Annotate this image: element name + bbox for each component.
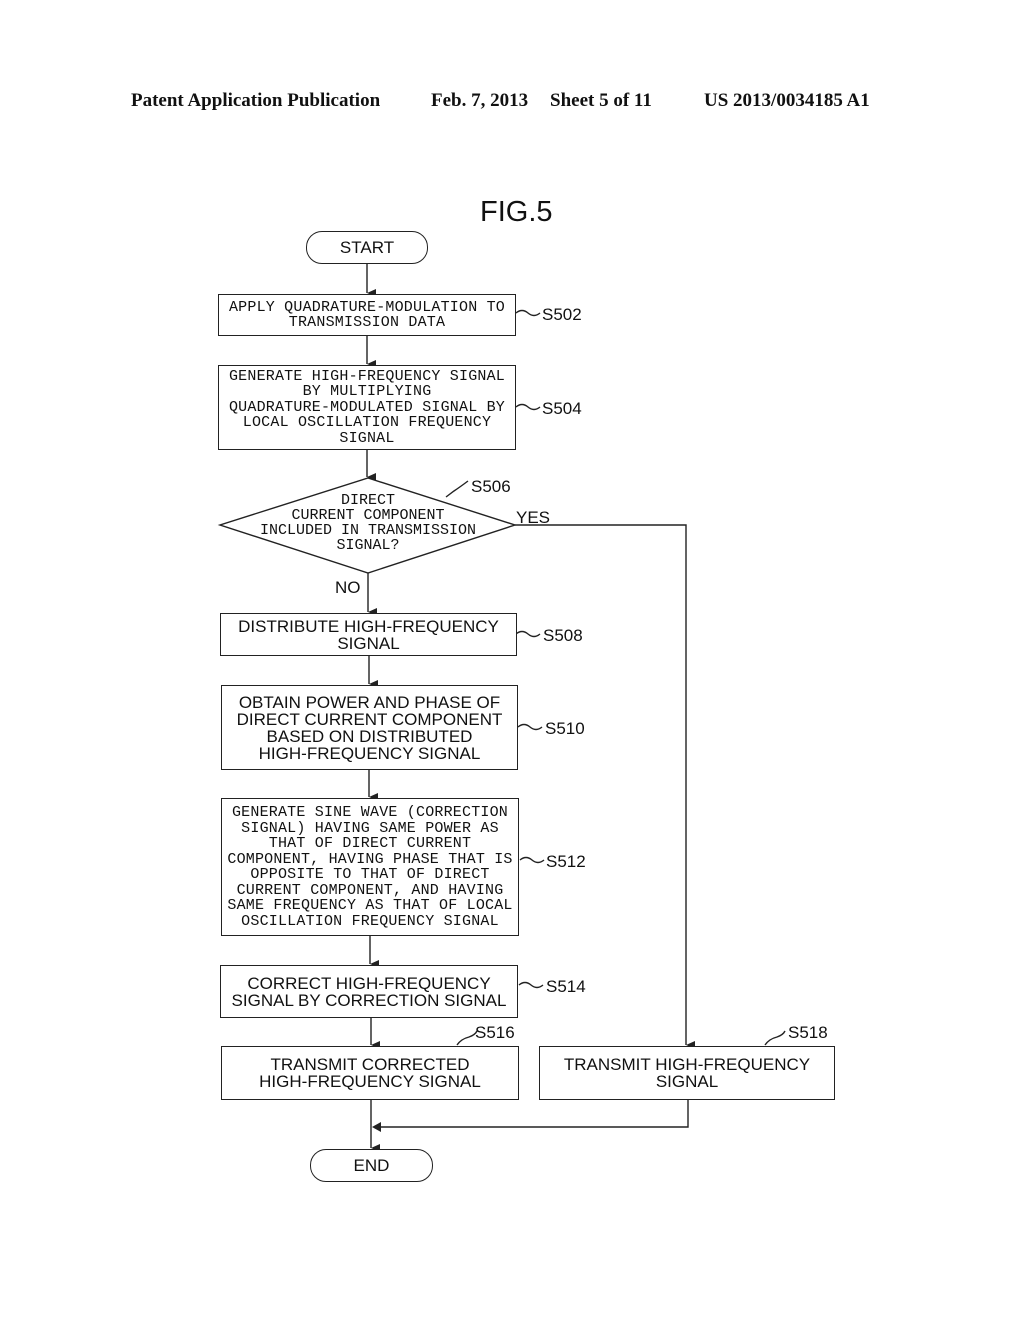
step-s504-line: GENERATE HIGH-FREQUENCY SIGNAL [228, 367, 506, 385]
step-s514-line: SIGNAL BY CORRECTION SIGNAL [231, 990, 507, 1010]
decision-no-label: NO [335, 578, 361, 597]
step-s510-line: BASED ON DISTRIBUTED [266, 726, 473, 746]
step-s512-line: COMPONENT, HAVING PHASE THAT IS [227, 850, 513, 868]
step-s514-box: CORRECT HIGH-FREQUENCY SIGNAL BY CORRECT… [220, 965, 518, 1018]
step-s512-line: SIGNAL) HAVING SAME POWER AS [241, 819, 499, 837]
arrow-s518-merge [374, 1100, 689, 1128]
step-s518-box: TRANSMIT HIGH-FREQUENCY SIGNAL [539, 1046, 835, 1100]
step-s508-line: SIGNAL [337, 633, 400, 653]
step-s508-id: S508 [543, 626, 583, 645]
step-s512-line: GENERATE SINE WAVE (CORRECTION [231, 804, 509, 821]
step-s504-line: QUADRATURE-MODULATED SIGNAL BY [228, 398, 506, 416]
step-s510-box: OBTAIN POWER AND PHASE OF DIRECT CURRENT… [221, 685, 518, 770]
step-s504-box: GENERATE HIGH-FREQUENCY SIGNAL BY MULTIP… [218, 365, 516, 450]
step-s516-line: TRANSMIT CORRECTED [270, 1055, 470, 1074]
decision-s506-line: INCLUDED IN TRANSMISSION [259, 522, 477, 539]
step-s510-line: HIGH-FREQUENCY SIGNAL [258, 743, 481, 763]
step-s508-line: DISTRIBUTE HIGH-FREQUENCY [238, 616, 499, 636]
decision-yes-label: YES [516, 508, 551, 527]
arrow-s506-yes [515, 524, 695, 1049]
end-terminal: END [310, 1149, 433, 1182]
start-label: START [339, 237, 395, 257]
decision-s506-line: CURRENT COMPONENT [291, 507, 445, 524]
step-s510-id: S510 [545, 719, 585, 738]
step-s516-line: HIGH-FREQUENCY SIGNAL [259, 1072, 481, 1091]
step-s514-line: CORRECT HIGH-FREQUENCY [247, 973, 491, 993]
step-s512-line: OPPOSITE TO THAT OF DIRECT [250, 866, 490, 883]
step-s512-id: S512 [546, 852, 586, 871]
step-s518-line: SIGNAL [655, 1072, 719, 1091]
step-s502-line: APPLY QUADRATURE-MODULATION TO [228, 298, 506, 316]
decision-s506-line: DIRECT [340, 492, 395, 509]
step-s512-box: GENERATE SINE WAVE (CORRECTION SIGNAL) H… [221, 798, 519, 936]
step-s502-line: TRANSMISSION DATA [288, 314, 446, 331]
flowchart-connectors [217, 264, 786, 1152]
step-s516-box: TRANSMIT CORRECTED HIGH-FREQUENCY SIGNAL [221, 1046, 519, 1100]
step-s504-line: SIGNAL [339, 429, 395, 447]
step-s508-box: DISTRIBUTE HIGH-FREQUENCY SIGNAL [220, 613, 517, 656]
step-s512-line: CURRENT COMPONENT, AND HAVING [236, 881, 504, 899]
decision-s506-text: DIRECT CURRENT COMPONENT INCLUDED IN TRA… [248, 493, 488, 553]
step-s504-id: S504 [542, 399, 582, 418]
step-s510-line: DIRECT CURRENT COMPONENT [236, 709, 503, 729]
step-s512-line: SAME FREQUENCY AS THAT OF LOCAL [227, 897, 513, 914]
step-s518-line: TRANSMIT HIGH-FREQUENCY [563, 1055, 811, 1074]
step-s512-line: THAT OF DIRECT CURRENT [268, 835, 472, 852]
step-s506-id: S506 [471, 477, 511, 496]
step-s518-id: S518 [788, 1023, 828, 1042]
step-s502-id: S502 [542, 305, 582, 324]
step-s504-line: LOCAL OSCILLATION FREQUENCY [242, 414, 492, 432]
step-s516-id: S516 [475, 1023, 515, 1042]
step-s504-line: BY MULTIPLYING [302, 383, 432, 401]
end-label: END [353, 1155, 390, 1175]
decision-s506-line: SIGNAL? [336, 537, 400, 554]
start-terminal: START [306, 231, 428, 264]
step-s510-line: OBTAIN POWER AND PHASE OF [238, 692, 501, 712]
step-s512-line: OSCILLATION FREQUENCY SIGNAL [241, 912, 499, 930]
step-s502-box: APPLY QUADRATURE-MODULATION TO TRANSMISS… [218, 294, 516, 336]
step-s514-id: S514 [546, 977, 586, 996]
